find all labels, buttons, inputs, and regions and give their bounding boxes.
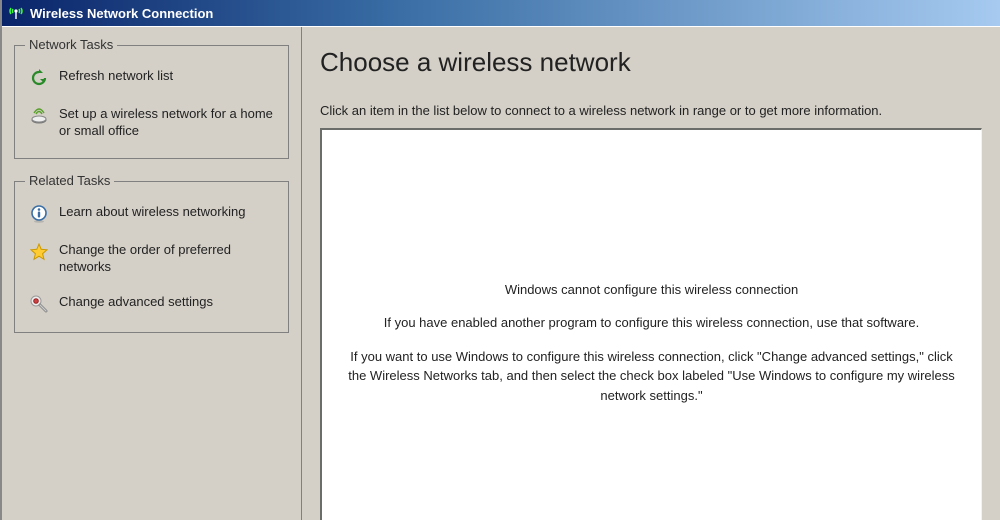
change-order-link[interactable]: Change the order of preferred networks [29, 242, 274, 276]
instruction-text: Click an item in the list below to conne… [320, 102, 982, 120]
star-icon [29, 242, 49, 262]
main-panel: Choose a wireless network Click an item … [302, 27, 1000, 520]
refresh-icon [29, 68, 49, 88]
network-list-pane: Windows cannot configure this wireless c… [320, 128, 982, 520]
group-legend: Network Tasks [25, 37, 117, 52]
setup-wireless-network-link[interactable]: Set up a wireless network for a home or … [29, 106, 274, 140]
task-label: Learn about wireless networking [59, 204, 245, 221]
wrench-settings-icon [29, 294, 49, 314]
task-label: Change the order of preferred networks [59, 242, 274, 276]
related-tasks-group: Related Tasks Learn about wireless netwo… [14, 181, 289, 333]
task-label: Refresh network list [59, 68, 173, 85]
message-line3: If you want to use Windows to configure … [342, 347, 961, 406]
group-legend: Related Tasks [25, 173, 114, 188]
task-label: Set up a wireless network for a home or … [59, 106, 274, 140]
window-title: Wireless Network Connection [30, 6, 213, 21]
info-icon [29, 204, 49, 224]
tasks-sidebar: Network Tasks Refresh network list [2, 27, 302, 520]
wireless-antenna-icon [8, 5, 24, 21]
wireless-base-icon [29, 106, 49, 126]
window: Wireless Network Connection Network Task… [0, 0, 1000, 520]
network-tasks-group: Network Tasks Refresh network list [14, 45, 289, 159]
change-advanced-settings-link[interactable]: Change advanced settings [29, 294, 274, 314]
refresh-network-list-link[interactable]: Refresh network list [29, 68, 274, 88]
message-line1: Windows cannot configure this wireless c… [342, 280, 961, 300]
learn-wireless-link[interactable]: Learn about wireless networking [29, 204, 274, 224]
page-heading: Choose a wireless network [320, 47, 982, 78]
task-label: Change advanced settings [59, 294, 213, 311]
app-body: Network Tasks Refresh network list [2, 26, 1000, 520]
message-line2: If you have enabled another program to c… [342, 313, 961, 333]
title-bar: Wireless Network Connection [2, 0, 1000, 26]
